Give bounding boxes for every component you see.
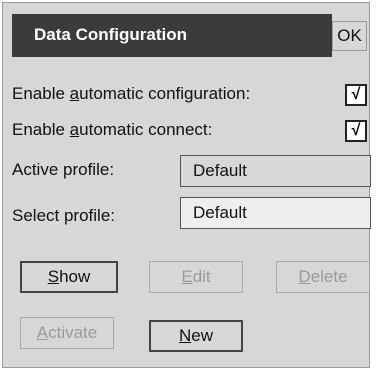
new-button-mnemonic: N <box>178 326 192 345</box>
select-profile-label: Select profile: <box>12 206 115 225</box>
delete-button[interactable]: Delete <box>276 261 370 293</box>
select-profile-input[interactable]: Default <box>180 197 371 229</box>
auto-connect-label: Enable automatic connect: <box>12 120 212 140</box>
title-bar: Data Configuration <box>12 14 332 57</box>
show-button-rest: how <box>59 267 91 286</box>
auto-connect-label-post: utomatic connect: <box>79 120 213 139</box>
auto-config-label-mnemonic: a <box>69 84 80 103</box>
active-profile-value: Default <box>180 155 371 187</box>
activate-button-mnemonic: A <box>36 323 49 342</box>
new-button-rest: ew <box>191 326 213 345</box>
auto-connect-label-mnemonic: a <box>69 120 80 139</box>
edit-button-mnemonic: E <box>181 267 193 286</box>
delete-button-mnemonic: D <box>298 267 311 286</box>
auto-config-label-post: utomatic configuration: <box>79 84 251 103</box>
show-button[interactable]: Show <box>20 261 118 293</box>
auto-connect-checkbox[interactable]: √ <box>345 120 367 142</box>
active-profile-label: Active profile: <box>12 160 115 179</box>
auto-config-checkbox[interactable]: √ <box>345 84 367 106</box>
activate-button[interactable]: Activate <box>20 317 114 349</box>
new-button[interactable]: New <box>149 320 243 352</box>
show-button-mnemonic: S <box>47 267 60 286</box>
ok-button[interactable]: OK <box>332 21 367 51</box>
edit-button-rest: dit <box>192 267 211 286</box>
data-configuration-dialog: Data Configuration OK Enable automatic c… <box>2 2 371 368</box>
dialog-title: Data Configuration <box>34 25 187 44</box>
activate-button-rest: ctivate <box>48 323 98 342</box>
delete-button-rest: elete <box>310 267 348 286</box>
auto-config-label-pre: Enable <box>12 84 70 103</box>
edit-button[interactable]: Edit <box>149 261 243 293</box>
auto-connect-label-pre: Enable <box>12 120 70 139</box>
auto-config-label: Enable automatic configuration: <box>12 84 250 104</box>
